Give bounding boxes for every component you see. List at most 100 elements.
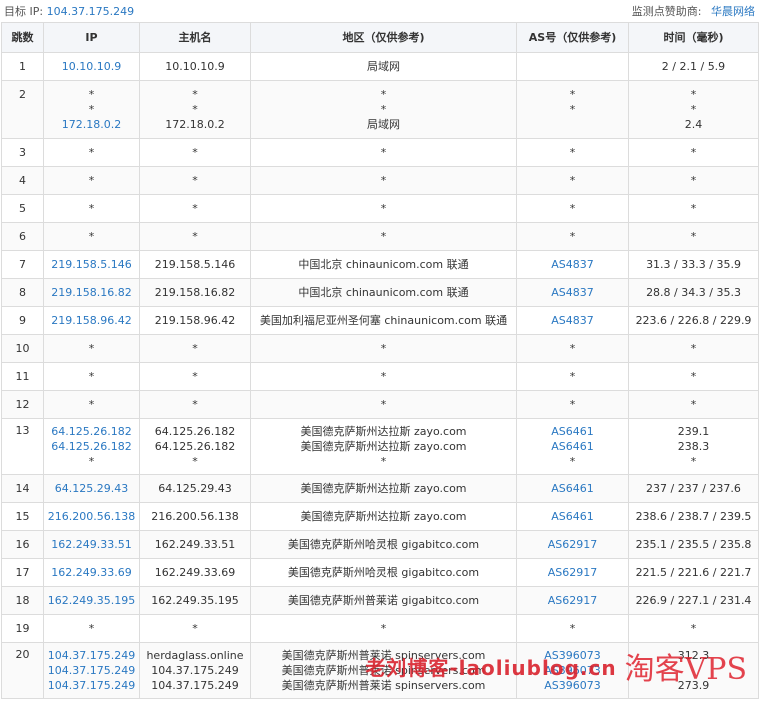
hop-cell: 12 <box>1 390 44 419</box>
as-link[interactable]: AS62917 <box>517 537 628 552</box>
hop-cell: 11 <box>1 362 44 391</box>
region-text: * <box>380 342 387 355</box>
hostname-text: * <box>192 622 198 635</box>
as-link[interactable]: AS6461 <box>517 439 628 454</box>
ip-link: * <box>88 370 95 383</box>
time-text: * <box>690 370 697 383</box>
region-text: 美国德克萨斯州普莱诺 gigabitco.com <box>287 594 480 607</box>
time-text: 2 / 2.1 / 5.9 <box>661 60 726 73</box>
ip-link[interactable]: 64.125.26.182 <box>44 439 139 454</box>
as-link[interactable]: AS62917 <box>517 565 628 580</box>
as-cell: AS62917 <box>516 530 629 559</box>
time-text: 221.5 / 221.6 / 221.7 <box>635 566 752 579</box>
ip-link[interactable]: 162.249.33.69 <box>44 565 139 580</box>
as-cell: * <box>516 138 629 167</box>
ip-cell: * <box>43 138 140 167</box>
time-cell: 28.8 / 34.3 / 35.3 <box>628 278 759 307</box>
time-text: * <box>690 398 697 411</box>
as-link: * <box>569 398 576 411</box>
region-text: * <box>380 88 387 101</box>
table-row: 5 * * * * * <box>1 194 759 223</box>
ip-link: * <box>88 342 95 355</box>
hostname-cell: 162.249.35.195 <box>139 586 251 615</box>
hostname-text: 219.158.96.42 <box>154 314 236 327</box>
ip-cell: * <box>43 614 140 643</box>
hostname-text: * <box>192 398 198 411</box>
region-cell: 美国德克萨斯州哈灵根 gigabitco.com <box>250 530 517 559</box>
hop-cell: 1 <box>1 52 44 81</box>
hostname-text: 64.125.26.182 <box>154 440 236 453</box>
as-link: * <box>569 103 576 116</box>
as-cell: AS62917 <box>516 586 629 615</box>
as-link: * <box>569 202 576 215</box>
as-link[interactable]: AS6461 <box>517 509 628 524</box>
ip-link[interactable]: 64.125.29.43 <box>44 481 139 496</box>
as-cell: * <box>516 390 629 419</box>
as-link[interactable]: AS4837 <box>517 257 628 272</box>
top-bar: 目标 IP: 104.37.175.249 监测点赞助商: 华晨网络 <box>0 0 759 22</box>
ip-link[interactable]: 172.18.0.2 <box>44 117 139 132</box>
ip-link[interactable]: 10.10.10.9 <box>44 59 139 74</box>
region-text: 美国德克萨斯州达拉斯 zayo.com <box>300 440 467 453</box>
time-text: 238.3 <box>677 440 710 453</box>
table-row: 12 * * * * * <box>1 390 759 419</box>
as-link[interactable]: AS396073 <box>517 663 628 678</box>
ip-link[interactable]: 104.37.175.249 <box>44 678 139 693</box>
time-text: 28.8 / 34.3 / 35.3 <box>646 286 741 299</box>
as-link[interactable]: AS6461 <box>517 424 628 439</box>
ip-cell: 64.125.26.182 64.125.26.182 * <box>43 418 140 475</box>
ip-cell: 162.249.35.195 <box>43 586 140 615</box>
table-row: 3 * * * * * <box>1 138 759 167</box>
time-cell: * <box>628 614 759 643</box>
table-row: 10 * * * * * <box>1 334 759 363</box>
hostname-text: 162.249.33.69 <box>154 566 236 579</box>
ip-link[interactable]: 219.158.16.82 <box>44 285 139 300</box>
sponsor-link[interactable]: 华晨网络 <box>711 5 755 18</box>
as-link: * <box>569 146 576 159</box>
ip-cell: 64.125.29.43 <box>43 474 140 503</box>
ip-link[interactable]: 104.37.175.249 <box>44 648 139 663</box>
time-cell: 226.9 / 227.1 / 231.4 <box>628 586 759 615</box>
ip-link[interactable]: 64.125.26.182 <box>44 424 139 439</box>
hop-cell: 8 <box>1 278 44 307</box>
as-cell: * <box>516 334 629 363</box>
table-body: 1 10.10.10.9 10.10.10.9 局域网 2 / 2.1 / 5.9 2 *… <box>1 52 759 699</box>
ip-link[interactable]: 162.249.33.51 <box>44 537 139 552</box>
hop-cell: 4 <box>1 166 44 195</box>
ip-link[interactable]: 219.158.96.42 <box>44 313 139 328</box>
as-link[interactable]: AS4837 <box>517 313 628 328</box>
hostname-text: * <box>192 455 198 468</box>
ip-cell: 219.158.16.82 <box>43 278 140 307</box>
as-link[interactable]: AS6461 <box>517 481 628 496</box>
ip-link[interactable]: 162.249.35.195 <box>44 593 139 608</box>
region-cell: * <box>250 194 517 223</box>
time-cell: * <box>628 138 759 167</box>
as-link[interactable]: AS4837 <box>517 285 628 300</box>
hostname-cell: 64.125.26.182 64.125.26.182 * <box>139 418 251 475</box>
ip-link[interactable]: 104.37.175.249 <box>44 663 139 678</box>
as-link[interactable]: AS396073 <box>517 648 628 663</box>
hostname-text: * <box>192 146 198 159</box>
as-cell <box>516 52 629 81</box>
time-text: 235.1 / 235.5 / 235.8 <box>635 538 752 551</box>
as-link: * <box>569 174 576 187</box>
table-row: 1 10.10.10.9 10.10.10.9 局域网 2 / 2.1 / 5.9 <box>1 52 759 81</box>
hostname-text: * <box>192 202 198 215</box>
hostname-text: 64.125.29.43 <box>158 482 232 495</box>
table-row: 2 * * 172.18.0.2 * * 172.18.0.2 * * 局域网 * * * * 2.4 <box>1 80 759 139</box>
time-text: * <box>690 174 697 187</box>
region-text: * <box>380 174 387 187</box>
table-row: 9 219.158.96.42 219.158.96.42 美国加利福尼亚州圣何塞 c… <box>1 306 759 335</box>
column-header-hostname: 主机名 <box>139 22 251 53</box>
column-header-region: 地区（仅供参考) <box>250 22 517 53</box>
as-cell: * <box>516 222 629 251</box>
as-link[interactable]: AS62917 <box>517 593 628 608</box>
as-link[interactable]: AS396073 <box>517 678 628 693</box>
ip-link[interactable]: 219.158.5.146 <box>44 257 139 272</box>
ip-link[interactable]: 216.200.56.138 <box>44 509 139 524</box>
region-text: * <box>380 370 387 383</box>
hostname-cell: * <box>139 166 251 195</box>
region-cell: * <box>250 138 517 167</box>
hostname-cell: * <box>139 194 251 223</box>
hostname-text: 172.18.0.2 <box>165 118 225 131</box>
